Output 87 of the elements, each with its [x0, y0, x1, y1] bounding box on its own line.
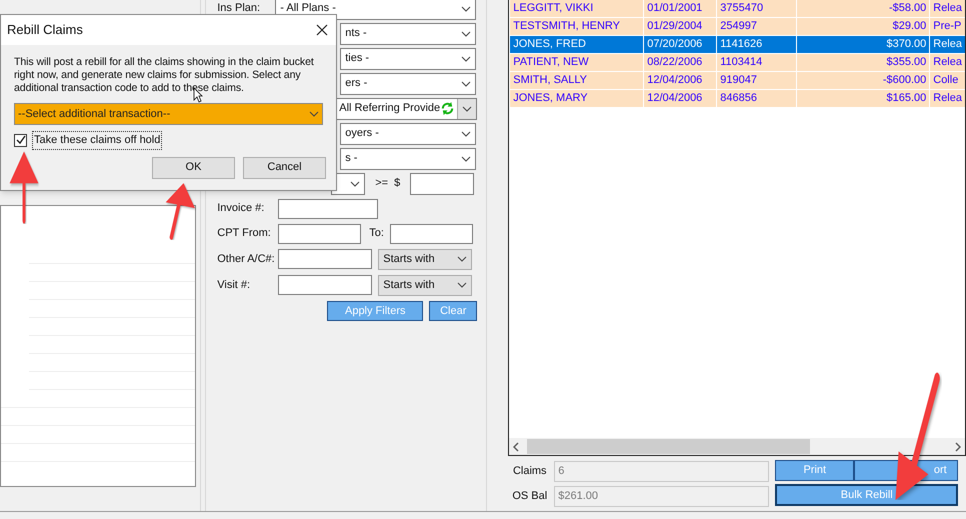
summary-label: OS Bal — [511, 488, 548, 504]
chevron-down-icon — [309, 111, 319, 117]
table-cell: -$600.00 — [797, 72, 930, 89]
table-cell: Relea — [930, 54, 965, 71]
input-field[interactable] — [390, 224, 474, 244]
referring-provider-dropdown[interactable]: All Referring Provide — [336, 98, 478, 120]
table-cell: 919047 — [717, 72, 796, 89]
summary-field: $261.00 — [554, 486, 770, 506]
chevron-down-icon — [461, 30, 472, 36]
table-cell: $370.00 — [797, 36, 930, 53]
filter-label: Invoice #: — [217, 201, 266, 216]
checkbox-label: Take these claims off hold — [32, 131, 162, 150]
chevron-down-icon — [457, 282, 468, 288]
filter-label: To: — [369, 226, 385, 242]
filter-dropdown[interactable]: ers - — [340, 72, 476, 94]
chevron-down-icon — [461, 56, 472, 62]
table-cell: 3755470 — [717, 0, 796, 17]
operator-label: >= — [375, 176, 388, 192]
horizontal-scrollbar[interactable] — [509, 438, 965, 455]
table-row[interactable]: SMITH, SALLY 12/04/2006 919047 -$600.00 Colle — [510, 72, 965, 89]
table-cell: $29.00 — [797, 18, 930, 35]
input-field[interactable] — [278, 275, 372, 295]
table-row[interactable]: TESTSMITH, HENRY 01/29/2004 254997 $29.00 Pre-P — [510, 18, 965, 35]
table-cell: PATIENT, NEW — [510, 54, 644, 71]
dialog-button[interactable]: Cancel — [243, 156, 326, 178]
chevron-down-icon — [350, 180, 360, 186]
summary-field: 6 — [554, 460, 770, 482]
table-cell: $165.00 — [797, 90, 930, 107]
filter-dropdown[interactable]: - All Plans - — [275, 0, 476, 20]
table-cell: 254997 — [717, 18, 796, 35]
table-cell: 01/01/2001 — [644, 0, 716, 17]
table-cell: -$58.00 — [797, 0, 930, 17]
scroll-right-icon[interactable] — [955, 442, 961, 452]
table-cell: SMITH, SALLY — [510, 72, 644, 89]
table-cell: 07/20/2006 — [644, 36, 716, 53]
input-field[interactable] — [278, 249, 372, 269]
table-row[interactable]: PATIENT, NEW 08/22/2006 1103414 $355.00 Relea — [510, 54, 965, 71]
summary-label: Claims — [512, 464, 548, 479]
table-cell: $355.00 — [797, 54, 930, 71]
chevron-down-icon — [462, 106, 472, 112]
filter-dropdown[interactable]: s - — [340, 148, 476, 170]
table-cell: 846856 — [717, 90, 796, 107]
chevron-down-icon — [461, 130, 472, 136]
dialog-button[interactable]: OK — [152, 156, 235, 178]
filter-dropdown[interactable]: oyers - — [340, 122, 476, 144]
table-cell: 12/04/2006 — [644, 72, 716, 89]
refresh-icon[interactable] — [440, 101, 456, 116]
filter-dropdown[interactable]: ties - — [340, 48, 476, 70]
close-icon[interactable] — [316, 24, 328, 36]
transaction-dropdown[interactable]: --Select additional transaction-- — [14, 103, 323, 125]
amount-field[interactable] — [410, 172, 474, 194]
dialog-title: Rebill Claims — [7, 21, 83, 40]
table-cell: Pre-P — [930, 18, 965, 35]
table-cell: LEGGITT, VIKKI — [510, 0, 644, 17]
table-cell: 08/22/2006 — [644, 54, 716, 71]
filter-label: Other A/C#: — [217, 252, 276, 267]
input-field[interactable] — [278, 224, 362, 244]
table-cell: Colle — [930, 72, 965, 89]
scroll-left-icon[interactable] — [513, 442, 520, 452]
dialog-message: This will post a rebill for all the claims showing in the claim bucket right now, and generate new claims for submission. Select any additional transaction code to add to these claims. — [14, 56, 315, 95]
table-cell: Relea — [930, 90, 965, 107]
match-dropdown[interactable]: Starts with — [378, 274, 472, 296]
chevron-down-icon — [461, 6, 472, 12]
table-cell: 12/04/2006 — [644, 90, 716, 107]
chevron-down-icon — [461, 156, 472, 162]
table-cell: JONES, FRED — [510, 36, 644, 53]
chevron-down-icon — [461, 80, 472, 86]
table-row[interactable]: LEGGITT, VIKKI 01/01/2001 3755470 -$58.00 Relea — [510, 0, 965, 17]
table-row[interactable]: JONES, FRED 07/20/2006 1141626 $370.00 Relea — [510, 36, 965, 53]
filter-dropdown[interactable]: nts - — [340, 22, 476, 44]
filter-label: Ins Plan: — [217, 1, 262, 16]
table-cell: 1141626 — [717, 36, 796, 53]
table-row[interactable]: JONES, MARY 12/04/2006 846856 $165.00 Relea — [510, 90, 965, 107]
table-cell: Relea — [930, 0, 965, 17]
checkbox[interactable] — [14, 134, 27, 147]
chevron-down-icon — [457, 256, 468, 262]
table-cell: 1103414 — [717, 54, 796, 71]
match-dropdown[interactable]: Starts with — [378, 248, 472, 270]
filter-label: Visit #: — [217, 278, 252, 293]
currency-label: $ — [394, 176, 400, 192]
table-cell: JONES, MARY — [510, 90, 644, 107]
table-cell: Relea — [930, 36, 965, 53]
dropdown-button[interactable] — [457, 98, 476, 118]
table-cell: TESTSMITH, HENRY — [510, 18, 644, 35]
filter-label: CPT From: — [217, 226, 272, 242]
input-field[interactable] — [278, 198, 378, 218]
table-cell: 01/29/2004 — [644, 18, 716, 35]
